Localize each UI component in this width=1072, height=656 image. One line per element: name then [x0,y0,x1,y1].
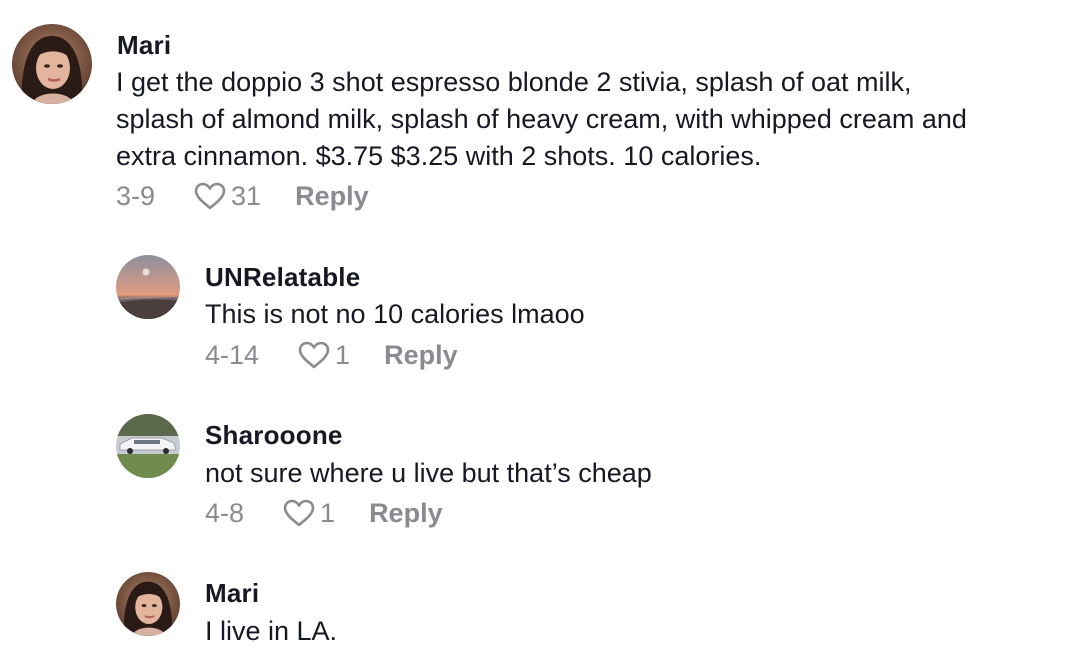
avatar[interactable] [116,255,180,319]
comment-date: 4-8 [205,497,245,528]
comment-text: I get the doppio 3 shot espresso blonde … [116,67,967,171]
sunset-ocean-icon [116,255,180,319]
heart-outline-icon [283,499,315,527]
comment-username[interactable]: Mari [117,30,171,61]
comment-username[interactable]: UNRelatable [205,262,360,293]
reply-item: Sharooone not sure where u live but that… [0,398,1072,548]
like-button[interactable]: 1 [297,340,350,371]
comment-text: not sure where u live but that’s cheap [205,458,652,488]
comment-date: 4-14 [205,339,260,370]
like-count: 1 [335,339,351,370]
heart-outline-icon [194,182,226,210]
reply-button[interactable]: Reply [384,340,458,371]
like-button[interactable]: 31 [193,181,261,212]
comment-item: Mari I get the doppio 3 shot espresso bl… [0,0,1072,230]
comment-meta: 4-14 1 Reply [205,337,458,373]
woman-portrait-icon [116,572,180,636]
comment-text: This is not no 10 calories lmaoo [205,299,585,329]
reply-button[interactable]: Reply [295,181,369,212]
comment-meta: 3-9 31 Reply [116,178,369,214]
avatar[interactable] [116,572,180,636]
comment-username[interactable]: Mari [205,578,259,609]
white-limousine-icon [116,414,180,478]
comment-date: 3-9 [116,180,156,211]
like-count: 1 [320,497,336,528]
avatar[interactable] [116,414,180,478]
avatar[interactable] [12,24,92,104]
reply-item: Mari I live in LA. [0,556,1072,656]
comment-meta: 4-8 1 Reply [205,495,443,531]
reply-item: UNRelatable This is not no 10 calories l… [0,240,1072,390]
woman-portrait-icon [12,24,92,104]
heart-outline-icon [298,341,330,369]
like-button[interactable]: 1 [282,498,335,529]
comment-text: I live in LA. [205,616,338,646]
comment-username[interactable]: Sharooone [205,420,343,451]
reply-button[interactable]: Reply [369,498,443,529]
like-count: 31 [231,180,262,211]
